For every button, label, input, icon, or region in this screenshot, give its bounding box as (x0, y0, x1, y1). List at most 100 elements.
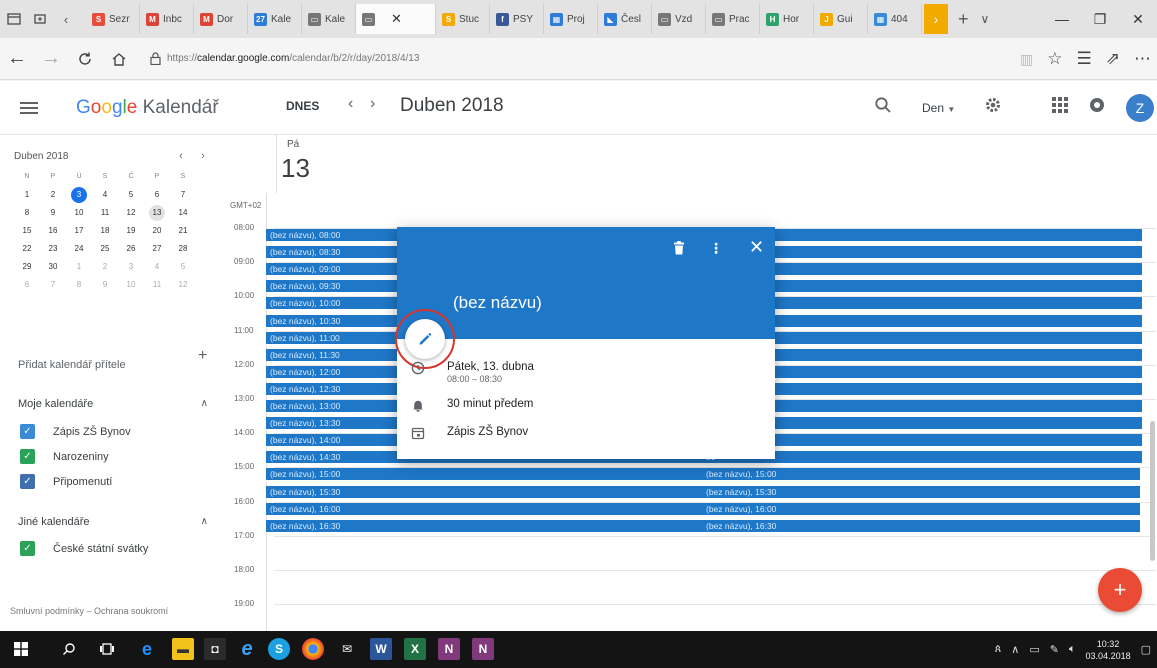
browser-tab[interactable]: ▦ 404 (868, 4, 922, 34)
mini-day[interactable]: 4 (92, 187, 118, 202)
mini-day[interactable]: 24 (66, 241, 92, 256)
favorites-hub-icon[interactable]: ☰ (1077, 49, 1092, 69)
add-calendar-plus-icon[interactable]: + (198, 347, 207, 365)
google-apps-icon[interactable] (1052, 97, 1068, 113)
task-view-icon[interactable] (96, 638, 118, 660)
mini-day[interactable]: 1 (66, 259, 92, 274)
share-icon[interactable]: ⇗ (1106, 49, 1120, 69)
edit-event-button[interactable] (395, 309, 455, 369)
mini-day[interactable]: 14 (170, 205, 196, 220)
favorite-star-icon[interactable]: ☆ (1047, 49, 1062, 69)
event-block[interactable]: (bez názvu), 15:30 (702, 485, 1140, 499)
pen-icon[interactable]: ✎ (1050, 643, 1059, 656)
prev-period-chevron-icon[interactable]: ‹ (348, 95, 353, 113)
close-icon[interactable]: ✕ (749, 237, 764, 258)
add-friend-calendar-field[interactable]: Přidat kalendář přítele (18, 359, 214, 371)
event-block[interactable]: (bez názvu), 15:00 (702, 468, 1140, 482)
chrome-icon[interactable] (302, 638, 324, 660)
mini-day[interactable]: 12 (170, 277, 196, 292)
mini-day[interactable]: 4 (144, 259, 170, 274)
mini-day[interactable]: 16 (40, 223, 66, 238)
mail-icon[interactable]: ✉ (336, 638, 358, 660)
restore-button[interactable]: ❐ (1081, 11, 1119, 28)
event-block[interactable]: (bez názvu), 16:00 (266, 502, 702, 516)
mini-day[interactable]: 2 (92, 259, 118, 274)
create-event-fab[interactable]: + (1098, 568, 1142, 612)
mini-day[interactable]: 8 (66, 277, 92, 292)
minimize-button[interactable]: — (1043, 11, 1081, 27)
mini-day[interactable]: 1 (14, 187, 40, 202)
mini-day[interactable]: 22 (14, 241, 40, 256)
browser-tab[interactable]: S Sezr (86, 4, 140, 34)
tab-actions-icon[interactable] (2, 7, 26, 31)
mini-day[interactable]: 5 (118, 187, 144, 202)
set-aside-tabs-icon[interactable] (28, 7, 52, 31)
checkbox-checked-icon[interactable]: ✓ (20, 449, 35, 464)
mini-day[interactable]: 12 (118, 205, 144, 220)
mini-next-chevron-icon[interactable]: › (192, 150, 214, 162)
event-block[interactable]: (bez názvu), 16:00 (702, 502, 1140, 516)
browser-tab[interactable]: f PSY (490, 4, 544, 34)
store-bag-icon[interactable]: ◘ (204, 638, 226, 660)
mini-day[interactable]: 9 (92, 277, 118, 292)
grid-scrollbar[interactable] (1150, 421, 1155, 561)
browser-tab[interactable]: M Dor (194, 4, 248, 34)
tray-chevron-up-icon[interactable]: ∧ (1011, 643, 1019, 656)
account-avatar[interactable]: Z (1126, 94, 1154, 122)
calendar-list-item[interactable]: ✓ Připomenutí (20, 474, 112, 489)
tab-list-chevron-icon[interactable]: ∨ (981, 12, 990, 26)
reading-view-icon[interactable]: ▥ (1020, 51, 1033, 68)
more-options-icon[interactable]: ⋮ (709, 240, 723, 257)
mini-day[interactable]: 2 (40, 187, 66, 202)
onenote-2-icon[interactable]: N (472, 638, 494, 660)
browser-tab[interactable]: J Gui (814, 4, 868, 34)
view-selector[interactable]: Den ▼ (922, 101, 955, 115)
mini-day[interactable]: 6 (144, 187, 170, 202)
mini-day[interactable]: 20 (144, 223, 170, 238)
browser-tab[interactable]: M Inbc (140, 4, 194, 34)
mini-day[interactable]: 30 (40, 259, 66, 274)
browser-tab[interactable]: ▭ Vzd (652, 4, 706, 34)
mini-day[interactable]: 3 (66, 186, 92, 203)
footer-links[interactable]: Smluvní podmínky – Ochrana soukromí (10, 606, 168, 616)
browser-tab[interactable]: ▭ Prac (706, 4, 760, 34)
event-block[interactable]: (bez názvu), 16:30 (702, 519, 1140, 533)
word-icon[interactable]: W (370, 638, 392, 660)
more-actions-icon[interactable]: ⋯ (1134, 49, 1151, 69)
mini-day[interactable]: 13 (144, 204, 170, 221)
checkbox-checked-icon[interactable]: ✓ (20, 474, 35, 489)
browser-tab[interactable]: ◣ Česl (598, 4, 652, 34)
tab-overflow-button[interactable]: › (924, 4, 948, 34)
tab-scroll-left-icon[interactable]: ‹ (54, 7, 78, 31)
event-block[interactable]: (bez názvu), 15:00 (266, 468, 702, 482)
file-explorer-icon[interactable]: ▬ (172, 638, 194, 660)
taskbar-clock[interactable]: 10:32 03.04.2018 (1086, 638, 1131, 662)
mini-day[interactable]: 11 (144, 277, 170, 292)
forward-button[interactable]: → (34, 42, 68, 76)
back-button[interactable]: ← (0, 42, 34, 76)
mini-day[interactable]: 23 (40, 241, 66, 256)
network-icon[interactable]: ▭ (1029, 643, 1039, 656)
start-windows-icon[interactable] (10, 638, 32, 660)
edge-browser-icon[interactable]: e (136, 638, 158, 660)
mini-day[interactable]: 29 (14, 259, 40, 274)
mini-day[interactable]: 21 (170, 223, 196, 238)
mini-day[interactable]: 25 (92, 241, 118, 256)
checkbox-checked-icon[interactable]: ✓ (20, 541, 35, 556)
checkbox-checked-icon[interactable]: ✓ (20, 424, 35, 439)
volume-icon[interactable]: 🔈︎ (1069, 643, 1076, 656)
mini-day[interactable]: 7 (170, 187, 196, 202)
mini-prev-chevron-icon[interactable]: ‹ (170, 150, 192, 162)
today-button[interactable]: DNES (286, 99, 319, 113)
browser-tab[interactable]: ▭ Kale (302, 4, 356, 34)
browser-tab[interactable]: H Hor (760, 4, 814, 34)
browser-tab[interactable]: 27 Kale (248, 4, 302, 34)
new-tab-button[interactable]: + (958, 9, 969, 30)
close-window-button[interactable]: ✕ (1119, 11, 1157, 28)
calendar-list-item[interactable]: ✓ Zápis ZŠ Bynov (20, 424, 131, 439)
skype-icon[interactable]: S (268, 638, 290, 660)
mini-day[interactable]: 10 (118, 277, 144, 292)
mini-day[interactable]: 17 (66, 223, 92, 238)
mini-day[interactable]: 18 (92, 223, 118, 238)
main-menu-icon[interactable] (20, 101, 38, 115)
